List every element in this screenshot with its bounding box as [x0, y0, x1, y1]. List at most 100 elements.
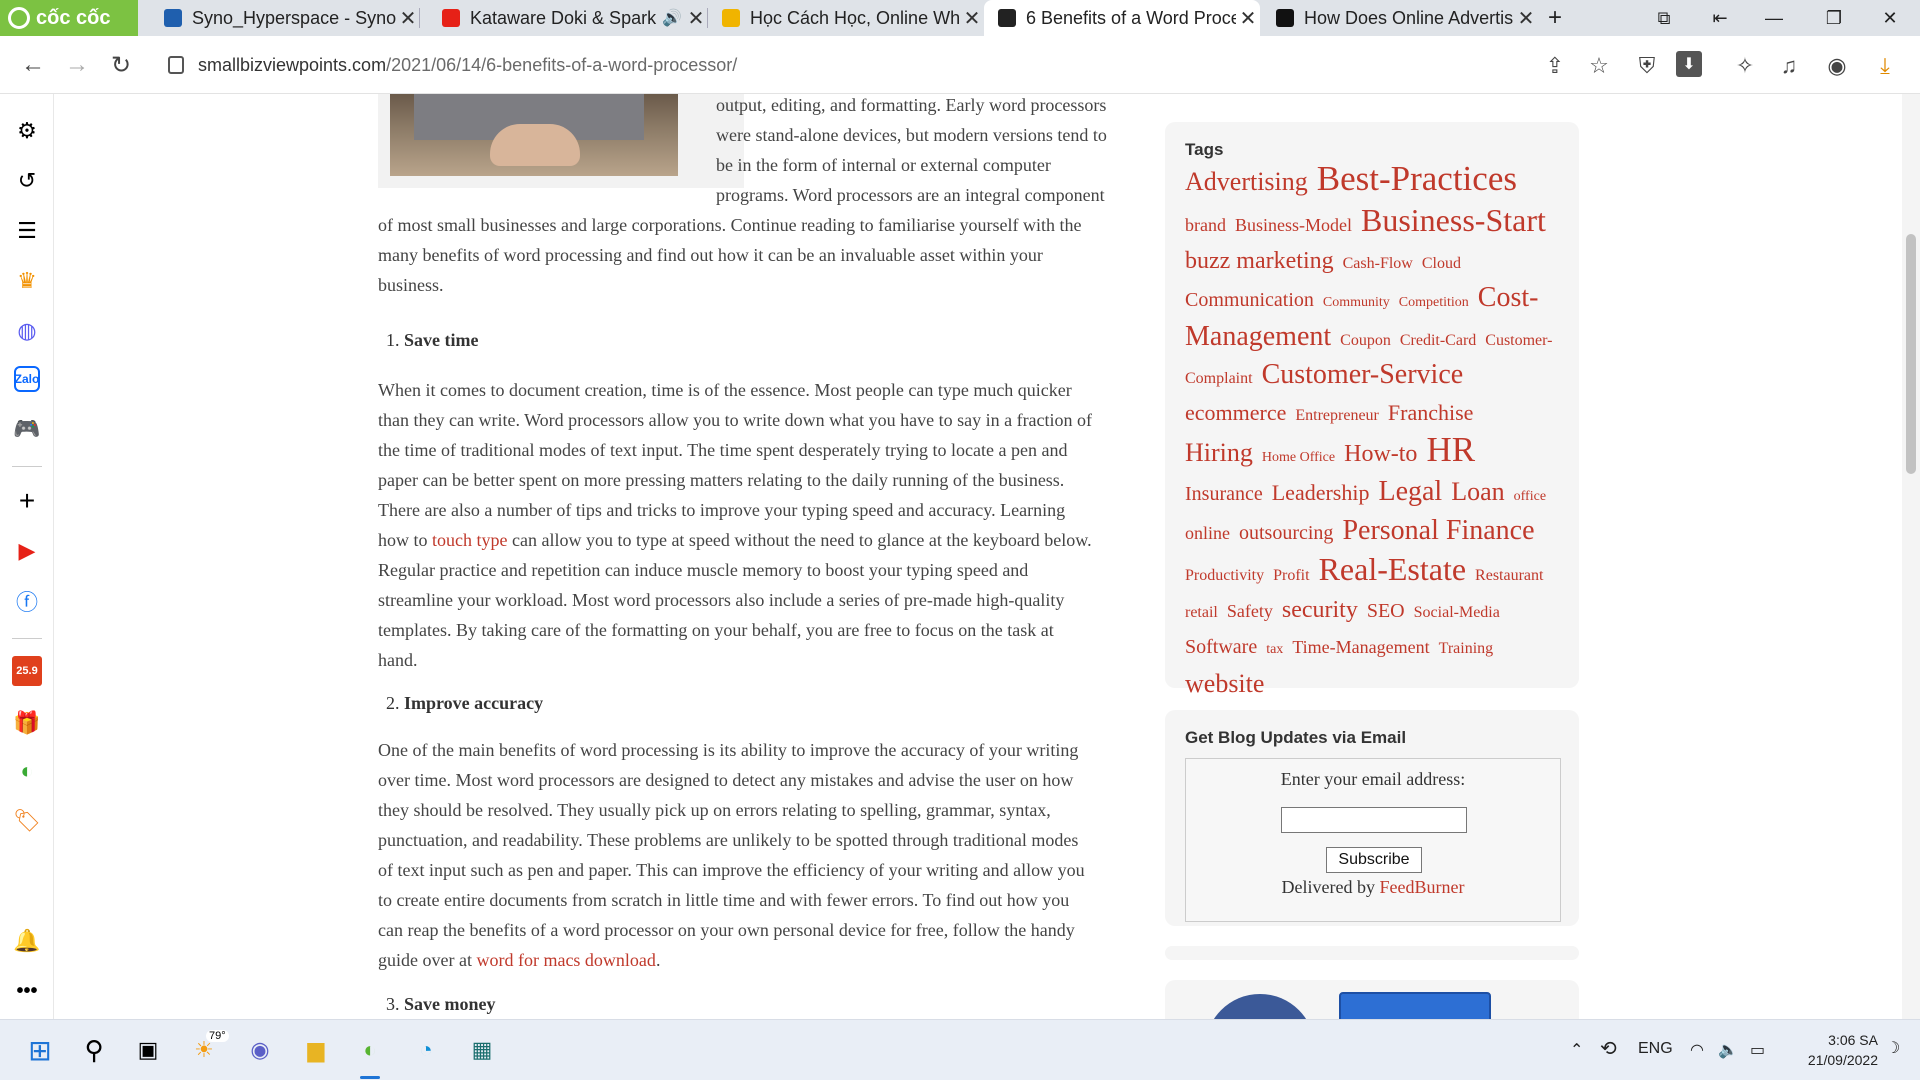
- extensions-icon[interactable]: ✧: [1730, 51, 1760, 81]
- tag-link[interactable]: Business-Start: [1361, 202, 1546, 238]
- tag-link[interactable]: Personal Finance: [1342, 515, 1534, 546]
- tag-link[interactable]: tax: [1266, 642, 1283, 657]
- tag-link[interactable]: retail: [1185, 604, 1218, 621]
- tag-link[interactable]: Safety: [1227, 601, 1273, 621]
- coccoc-taskbar-icon[interactable]: ◐: [354, 1034, 386, 1066]
- tag-link[interactable]: Profit: [1273, 567, 1309, 584]
- tag-link[interactable]: Entrepreneur: [1295, 407, 1379, 424]
- download-manager-icon[interactable]: ⬇: [1676, 51, 1702, 77]
- facebook-icon[interactable]: ⓕ: [12, 586, 42, 616]
- playlist-icon[interactable]: ♫: [1774, 51, 1804, 81]
- speaker-icon[interactable]: 🔊: [660, 8, 684, 28]
- search-icon[interactable]: ⚲: [78, 1034, 110, 1066]
- tag-link[interactable]: security: [1282, 597, 1358, 623]
- tag-link[interactable]: website: [1185, 669, 1264, 698]
- settings-icon[interactable]: ⚙: [12, 116, 42, 146]
- close-window-button[interactable]: ✕: [1860, 0, 1920, 36]
- address-bar[interactable]: smallbizviewpoints.com/2021/06/14/6-bene…: [158, 44, 1728, 86]
- tab-synology[interactable]: Syno_Hyperspace - Synolo ✕: [150, 0, 420, 36]
- tag-link[interactable]: Insurance: [1185, 483, 1263, 505]
- tab-online-advertising[interactable]: How Does Online Advertis ✕: [1262, 0, 1538, 36]
- tag-link[interactable]: Real-Estate: [1319, 551, 1466, 587]
- teams-chat-icon[interactable]: ◉: [244, 1034, 276, 1066]
- tag-link[interactable]: Home Office: [1262, 450, 1335, 465]
- tab-word-processor[interactable]: 6 Benefits of a Word Proce ✕: [984, 0, 1260, 36]
- tag-link[interactable]: Leadership: [1272, 480, 1370, 505]
- subscribe-button[interactable]: Subscribe: [1326, 847, 1422, 873]
- facebook-badge-icon[interactable]: [1205, 994, 1315, 1019]
- tag-link[interactable]: Competition: [1399, 295, 1469, 310]
- tag-link[interactable]: outsourcing: [1239, 522, 1333, 544]
- tag-link[interactable]: Credit-Card: [1400, 332, 1476, 349]
- tag-link[interactable]: Social-Media: [1414, 604, 1500, 621]
- tag-link[interactable]: How-to: [1344, 441, 1417, 467]
- wifi-icon[interactable]: ◠: [1690, 1040, 1704, 1060]
- touch-type-link[interactable]: touch type: [432, 530, 507, 550]
- edge-icon[interactable]: ◔: [410, 1034, 442, 1066]
- game-controller-icon[interactable]: 🎮: [12, 414, 42, 444]
- scrollbar-thumb[interactable]: [1906, 234, 1916, 474]
- tag-link[interactable]: office: [1514, 489, 1546, 504]
- minimize-button[interactable]: —: [1744, 0, 1804, 36]
- tab-list-icon[interactable]: ⇤: [1690, 0, 1750, 36]
- crown-icon[interactable]: ♛: [12, 266, 42, 296]
- bookmark-star-icon[interactable]: ☆: [1584, 51, 1614, 81]
- tag-link[interactable]: Communication: [1185, 289, 1314, 311]
- tag-link[interactable]: HR: [1426, 430, 1475, 469]
- tag-link[interactable]: Community: [1323, 295, 1390, 310]
- feedburner-link[interactable]: FeedBurner: [1379, 877, 1464, 897]
- tag-link[interactable]: Business-Model: [1235, 215, 1352, 235]
- notification-bell-icon[interactable]: 🔔: [12, 926, 42, 956]
- tag-link[interactable]: Customer-Service: [1262, 359, 1464, 390]
- browser-logo[interactable]: cốc cốc: [0, 0, 138, 36]
- tag-link[interactable]: Coupon: [1340, 332, 1391, 349]
- app-icon[interactable]: ▦: [466, 1034, 498, 1066]
- page-scrollbar[interactable]: [1902, 94, 1920, 1019]
- windows-start-icon[interactable]: ⊞: [24, 1034, 56, 1066]
- tag-link[interactable]: Legal: [1378, 476, 1442, 507]
- tag-link[interactable]: Restaurant: [1475, 567, 1543, 584]
- tag-link[interactable]: Productivity: [1185, 567, 1264, 584]
- shopping-badge-icon[interactable]: 25.9: [12, 656, 42, 686]
- tab-hoc-cach-hoc[interactable]: Học Cách Học, Online Wh ✕: [708, 0, 984, 36]
- tag-link[interactable]: online: [1185, 523, 1230, 543]
- tag-link[interactable]: Cloud: [1422, 255, 1461, 272]
- download-icon[interactable]: ⤓: [1870, 51, 1900, 81]
- youtube-icon[interactable]: ▶: [12, 536, 42, 566]
- word-for-macs-link[interactable]: word for macs download: [476, 950, 655, 970]
- messenger-icon[interactable]: ◍: [12, 316, 42, 346]
- battery-icon[interactable]: ▭: [1750, 1040, 1765, 1060]
- tag-link[interactable]: Hiring: [1185, 438, 1253, 467]
- profile-icon[interactable]: ◉: [1822, 51, 1852, 81]
- tray-chevron-icon[interactable]: ⌃: [1570, 1040, 1583, 1060]
- volume-icon[interactable]: 🔈: [1718, 1040, 1738, 1060]
- reload-button[interactable]: ↻: [106, 50, 136, 80]
- reading-list-icon[interactable]: ☰: [12, 216, 42, 246]
- tag-link[interactable]: Best-Practices: [1317, 159, 1517, 198]
- language-indicator[interactable]: ENG: [1638, 1040, 1673, 1058]
- maximize-button[interactable]: ❐: [1804, 0, 1864, 36]
- coupon-icon[interactable]: 🏷: [12, 806, 42, 836]
- gift-icon[interactable]: 🎁: [12, 708, 42, 738]
- close-icon[interactable]: ✕: [684, 6, 708, 31]
- zalo-icon[interactable]: Zalo: [14, 366, 40, 392]
- tag-link[interactable]: Training: [1439, 640, 1494, 657]
- close-icon[interactable]: ✕: [396, 6, 420, 31]
- new-tab-button[interactable]: +: [1538, 0, 1572, 36]
- tab-youtube[interactable]: Kataware Doki & Spark 🔊 ✕: [428, 0, 708, 36]
- tab-search-icon[interactable]: ⧉: [1634, 0, 1694, 36]
- notification-center-icon[interactable]: ☽: [1886, 1038, 1900, 1058]
- close-icon[interactable]: ✕: [1236, 6, 1260, 31]
- add-app-icon[interactable]: +: [12, 485, 42, 516]
- more-options-icon[interactable]: •••: [12, 976, 42, 1006]
- share-icon[interactable]: ⇪: [1540, 51, 1570, 81]
- sync-icon[interactable]: ⟲: [1600, 1036, 1617, 1061]
- back-button[interactable]: ←: [18, 50, 48, 80]
- close-icon[interactable]: ✕: [960, 6, 984, 31]
- tag-link[interactable]: Advertising: [1185, 167, 1308, 196]
- task-view-icon[interactable]: ▣: [132, 1034, 164, 1066]
- file-explorer-icon[interactable]: ▆: [300, 1034, 332, 1066]
- history-icon[interactable]: ↺: [12, 166, 42, 196]
- tag-link[interactable]: Loan: [1451, 477, 1504, 506]
- tag-link[interactable]: Software: [1185, 636, 1257, 658]
